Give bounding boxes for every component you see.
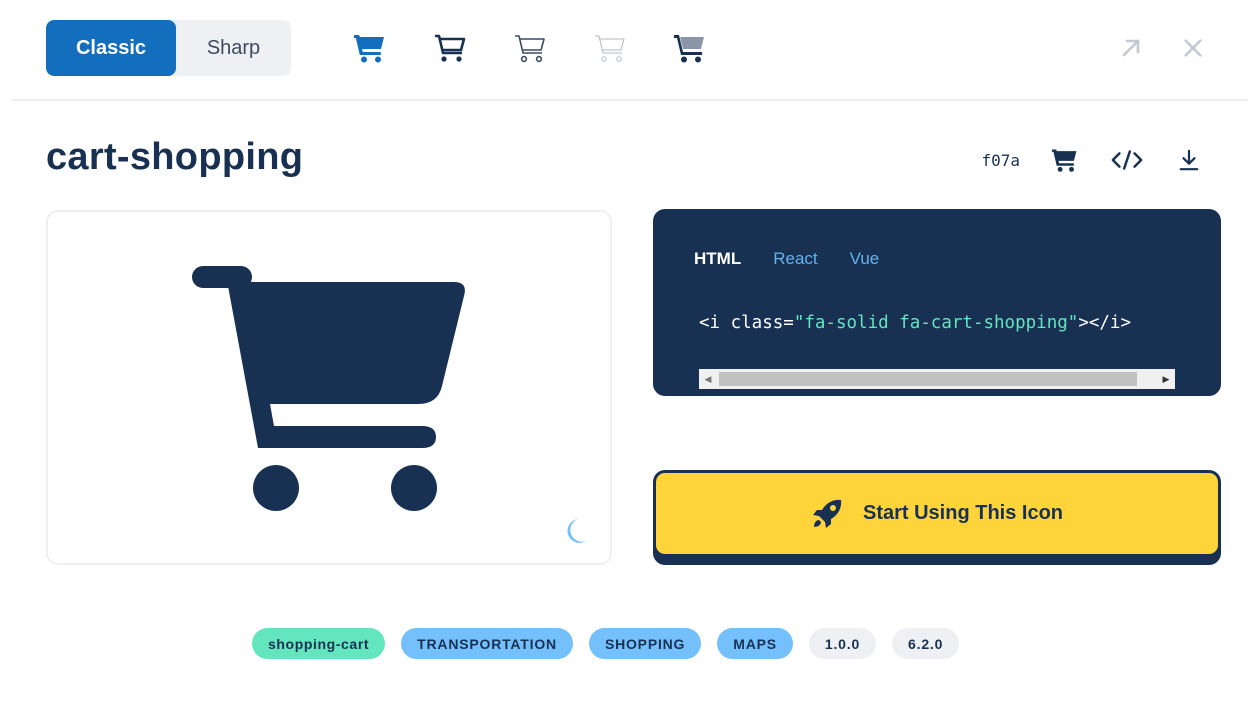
alias-tag[interactable]: shopping-cart	[252, 628, 386, 659]
download-button[interactable]	[1172, 143, 1206, 177]
version-tag-updated[interactable]: 6.2.0	[892, 628, 960, 659]
window-actions	[1118, 26, 1206, 70]
cart-solid-icon	[353, 35, 384, 63]
cart-regular-icon	[435, 34, 466, 62]
code-suffix: ></i>	[1078, 313, 1131, 333]
close-button[interactable]	[1180, 26, 1206, 70]
tab-vue[interactable]: Vue	[850, 249, 880, 269]
tab-html[interactable]: HTML	[694, 249, 741, 269]
cart-light-icon	[515, 35, 545, 63]
variant-light-button[interactable]	[490, 20, 570, 76]
cart-glyph-icon	[1051, 149, 1077, 172]
start-using-icon-button[interactable]: Start Using This Icon	[653, 470, 1221, 565]
cart-thin-icon	[595, 35, 625, 62]
cart-shopping-preview-icon	[192, 266, 465, 511]
variant-solid-button[interactable]	[330, 20, 410, 76]
header-divider	[12, 99, 1248, 101]
category-tag-maps[interactable]: MAPS	[717, 628, 793, 659]
icon-actions: f07a	[981, 140, 1206, 180]
code-tabs: HTML React Vue	[694, 249, 879, 269]
scroll-left-arrow-icon[interactable]: ◀	[699, 369, 717, 389]
variant-thin-button[interactable]	[570, 20, 650, 76]
scrollbar-thumb[interactable]	[719, 372, 1137, 386]
copy-glyph-button[interactable]	[1048, 143, 1082, 177]
variant-duotone-button[interactable]	[650, 20, 730, 76]
tab-react[interactable]: React	[773, 249, 817, 269]
icon-preview-card	[46, 210, 612, 565]
variant-regular-button[interactable]	[410, 20, 490, 76]
code-string: "fa-solid fa-cart-shopping"	[793, 313, 1079, 333]
expand-button[interactable]	[1118, 26, 1144, 70]
code-snippet[interactable]: <i class="fa-solid fa-cart-shopping"></i…	[699, 313, 1131, 333]
unicode-value[interactable]: f07a	[981, 151, 1020, 170]
icon-title: cart-shopping	[46, 136, 304, 178]
close-icon	[1184, 39, 1202, 57]
code-icon	[1111, 150, 1143, 170]
download-icon	[1179, 149, 1199, 171]
code-prefix: <i class=	[699, 313, 794, 333]
sharp-style-button[interactable]: Sharp	[176, 20, 291, 76]
code-horizontal-scrollbar[interactable]: ◀ ▶	[699, 369, 1175, 389]
category-tag-shopping[interactable]: SHOPPING	[588, 628, 702, 659]
icon-tags: shopping-cart TRANSPORTATION SHOPPING MA…	[252, 628, 960, 659]
style-toggle: Classic Sharp	[46, 20, 291, 76]
classic-style-button[interactable]: Classic	[46, 20, 176, 76]
copy-svg-button[interactable]	[1110, 143, 1144, 177]
arrow-up-right-icon	[1122, 39, 1140, 57]
version-tag-created[interactable]: 1.0.0	[808, 628, 877, 659]
rocket-icon	[812, 499, 842, 528]
moon-icon[interactable]	[562, 517, 588, 545]
icon-variant-list	[330, 20, 730, 76]
cart-duotone-icon	[674, 35, 704, 63]
cta-label: Start Using This Icon	[862, 502, 1064, 524]
scroll-right-arrow-icon[interactable]: ▶	[1157, 369, 1175, 389]
code-snippet-panel: HTML React Vue <i class="fa-solid fa-car…	[653, 209, 1221, 396]
category-tag-transportation[interactable]: TRANSPORTATION	[401, 628, 573, 659]
cta-face: Start Using This Icon	[656, 473, 1218, 554]
